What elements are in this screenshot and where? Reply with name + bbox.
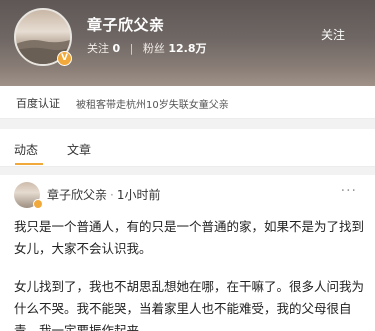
following-label[interactable]: 关注 [87, 42, 109, 55]
post-paragraph: 我只是一个普通人，有的只是一个普通的家，如果不是为了找到女儿，大家不会认识我。 [14, 219, 365, 256]
certification-bar: 百度认证 被租客带走杭州10岁失联女童父亲 [0, 86, 375, 119]
follow-button[interactable]: 关注 [321, 26, 345, 43]
section-divider [0, 119, 375, 129]
post-body: 我只是一个普通人，有的只是一个普通的家，如果不是为了找到女儿，大家不会认识我。 … [14, 216, 366, 331]
more-options-icon[interactable]: ··· [341, 183, 357, 199]
fans-count[interactable]: 12.8万 [168, 42, 206, 55]
feed-post[interactable]: 章子欣父亲 · 1小时前 ··· 我只是一个普通人，有的只是一个普通的家，如果不是为… [0, 175, 375, 331]
post-meta-separator: · [110, 188, 114, 202]
verified-badge-icon: V [57, 51, 72, 66]
profile-name: 章子欣父亲 [87, 16, 165, 34]
fans-label[interactable]: 粉丝 [143, 42, 165, 55]
tab-articles[interactable]: 文章 [67, 141, 91, 158]
certification-text: 被租客带走杭州10岁失联女童父亲 [76, 100, 229, 111]
post-paragraph: 女儿找到了，我也不胡思乱想她在哪，在干嘛了。很多人问我为什么不哭。我不能哭，当着… [14, 279, 365, 331]
profile-avatar[interactable]: V [14, 8, 72, 66]
profile-header: V 章子欣父亲 关注 0 | 粉丝 12.8万 关注 [0, 0, 375, 86]
profile-tabs: 动态 文章 [0, 129, 375, 167]
active-tab-indicator [15, 163, 43, 165]
profile-stats: 关注 0 | 粉丝 12.8万 [87, 40, 207, 56]
certification-label: 百度认证 [16, 97, 60, 110]
post-time: 1小时前 [116, 188, 161, 202]
post-meta: 章子欣父亲 · 1小时前 [47, 186, 160, 203]
post-verified-icon [33, 199, 43, 209]
tab-dynamics[interactable]: 动态 [14, 141, 38, 158]
section-divider [0, 167, 375, 175]
following-count[interactable]: 0 [113, 42, 121, 55]
stats-divider: | [129, 42, 134, 55]
post-author-name[interactable]: 章子欣父亲 [47, 188, 107, 202]
